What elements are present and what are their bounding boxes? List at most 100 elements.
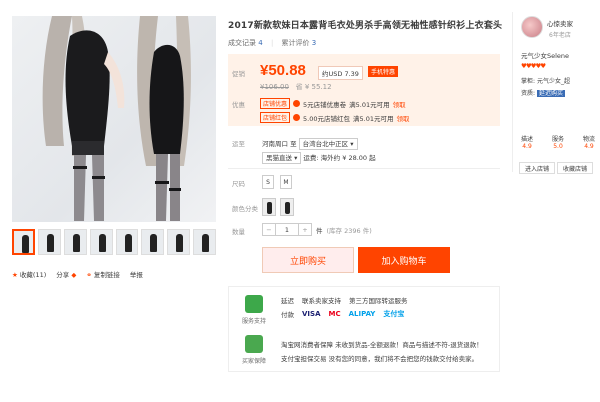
stock-count: (库存 2396 件): [326, 226, 372, 235]
share-icon: ◆: [71, 271, 77, 279]
score-item: 描述 4.9: [521, 134, 533, 150]
product-main-image[interactable]: [12, 16, 216, 222]
role-value[interactable]: 元气少女_超: [537, 78, 570, 85]
share-label: 分享: [56, 271, 70, 279]
promo-row: 店铺优惠 5元店铺优惠卷 满5.01元可用 领取: [260, 98, 406, 109]
add-to-cart-button[interactable]: 加入购物车: [358, 247, 450, 273]
product-stats: 成交记录 4 | 累计评价 3: [228, 39, 317, 47]
product-photo: [42, 16, 191, 221]
favorite-action[interactable]: ★ 收藏(11): [12, 269, 46, 279]
thumbnail[interactable]: [193, 229, 217, 255]
ship-to-value: 台湾台北中正区: [302, 140, 349, 148]
size-option-s[interactable]: S: [262, 175, 274, 189]
score-item: 物流 4.9: [583, 134, 595, 150]
usd-converter[interactable]: 约USD 7.39: [318, 66, 363, 80]
promo-detail: 满5.01元可用: [353, 114, 394, 123]
ship-from: 河南周口: [262, 140, 288, 148]
payment-methods: 付款 VISA MC ALIPAY 支付宝: [281, 309, 404, 319]
payment-label: 付款: [281, 311, 294, 319]
savings-note: 省 ¥ 55.12: [295, 83, 332, 91]
stat-label: 累计评价: [281, 39, 310, 47]
promo-text: 5.00元店铺红包: [303, 114, 350, 123]
quantity-label: 数量: [232, 228, 245, 236]
thumbnail[interactable]: [115, 229, 139, 255]
share-action[interactable]: 分享 ◆: [56, 269, 76, 279]
promo-detail: 满5.01元可用: [349, 100, 390, 109]
report-action[interactable]: 举报: [130, 269, 143, 279]
service-box: 服务支持 延迟 联系卖家支持 第三方国际转运服务 付款 VISA MC ALIP…: [228, 286, 500, 372]
quantity-input[interactable]: 1: [276, 223, 298, 236]
sales-count[interactable]: 4: [258, 39, 262, 47]
sale-price: ¥50.88: [260, 62, 306, 79]
promo-text: 5元店铺优惠卷: [303, 100, 347, 109]
score-label: 描述: [521, 136, 534, 143]
qual-badge[interactable]: 延迟购买: [536, 90, 565, 97]
buyer-guarantee-label: 买家保障: [241, 358, 266, 365]
score-value: 4.9: [584, 143, 594, 150]
quantity-plus-button[interactable]: +: [298, 223, 312, 236]
collect-shop-button[interactable]: 收藏店铺: [557, 162, 593, 174]
size-label: 尺码: [232, 180, 245, 188]
enter-shop-button[interactable]: 进入店铺: [519, 162, 555, 174]
service-links: 延迟 联系卖家支持 第三方国际转运服务: [281, 295, 408, 305]
chevron-down-icon: ▾: [350, 140, 354, 148]
thumbnail[interactable]: [167, 229, 191, 255]
service-link[interactable]: 延迟: [281, 295, 294, 305]
thumbnail[interactable]: [63, 229, 87, 255]
review-count[interactable]: 3: [312, 39, 316, 47]
claim-link[interactable]: 领取: [396, 113, 409, 123]
quantity-minus-button[interactable]: −: [262, 223, 276, 236]
score-item: 服务 5.0: [552, 134, 564, 150]
size-option-m[interactable]: M: [280, 175, 292, 189]
guarantee-line: 支付宝担保交易 没有您的同意，我们将不会把您的钱款交付给卖家。: [281, 355, 479, 363]
alipay-icon: ALIPAY: [348, 310, 376, 318]
service-link[interactable]: 联系卖家支持: [302, 295, 341, 305]
service-icon: [245, 295, 263, 313]
quantity-unit: 件: [316, 226, 323, 235]
gallery-actions: ★ 收藏(11) 分享 ◆ ⚭ 复制链接 举报: [12, 268, 216, 280]
buyer-guarantee: 买家保障: [239, 335, 269, 365]
mobile-deal-badge[interactable]: 手机特惠: [368, 66, 399, 77]
shop-qual: 资质: 延迟购买: [521, 88, 565, 97]
qual-label: 资质:: [521, 90, 536, 97]
copy-link-action[interactable]: ⚭ 复制链接: [86, 269, 120, 279]
buy-now-button[interactable]: 立即购买: [262, 247, 354, 273]
thumbnail[interactable]: [12, 229, 35, 255]
service-link[interactable]: 第三方国际转运服务: [349, 295, 408, 305]
score-value: 4.9: [522, 143, 532, 150]
thumbnail[interactable]: [37, 229, 61, 255]
shop-panel: 心惊卖家 6年老店 元气少女Selene ♥♥♥♥♥ 掌柜: 元气少女_超 资质…: [512, 12, 595, 174]
thumbnail[interactable]: [141, 229, 165, 255]
thumbnail[interactable]: [89, 229, 113, 255]
service-support-label: 服务支持: [241, 318, 266, 325]
ship-to-word: 至: [290, 140, 297, 148]
ship-method-value: 黑猫直送: [266, 154, 292, 162]
credit-hearts-icon: ♥♥♥♥♥: [521, 62, 546, 70]
score-label: 物流: [582, 136, 595, 143]
shield-icon: [245, 335, 263, 353]
shop-name[interactable]: 心惊卖家: [547, 18, 573, 28]
shipping-method: 黑猫直送 ▾ 运费: 海外约 ¥ 28.00 起: [262, 152, 376, 164]
color-label: 颜色分类: [232, 205, 258, 213]
original-price: ¥106.00 省 ¥ 55.12: [260, 82, 332, 92]
shipping-fee: 运费: 海外约 ¥ 28.00 起: [303, 154, 376, 162]
color-option[interactable]: [262, 198, 276, 216]
shop-age: 6年老店: [549, 32, 571, 39]
promo-tag: 店铺优惠: [260, 98, 291, 109]
role-label: 掌柜:: [521, 78, 536, 85]
claim-link[interactable]: 领取: [393, 99, 406, 109]
promo-label: 优惠: [232, 101, 245, 109]
ship-to-select[interactable]: 台湾台北中正区 ▾: [298, 138, 358, 150]
quantity-stepper: − 1 + 件 (库存 2396 件): [262, 223, 372, 236]
price-label: 促销: [232, 70, 245, 78]
chevron-down-icon: ▾: [294, 154, 298, 162]
star-icon: ★: [12, 271, 18, 279]
score-value: 5.0: [553, 143, 563, 150]
shipping-label: 运至: [232, 140, 245, 148]
color-option[interactable]: [280, 198, 294, 216]
shop-nickname: 元气少女Selene: [521, 52, 570, 60]
stat-label: 成交记录: [228, 39, 256, 47]
ship-method-select[interactable]: 黑猫直送 ▾: [262, 152, 302, 164]
guarantee-line: 淘宝网消费者保障 未收到货品-全额退款！商品与描述不符-退货退款！: [281, 341, 483, 349]
avatar[interactable]: [521, 16, 543, 38]
